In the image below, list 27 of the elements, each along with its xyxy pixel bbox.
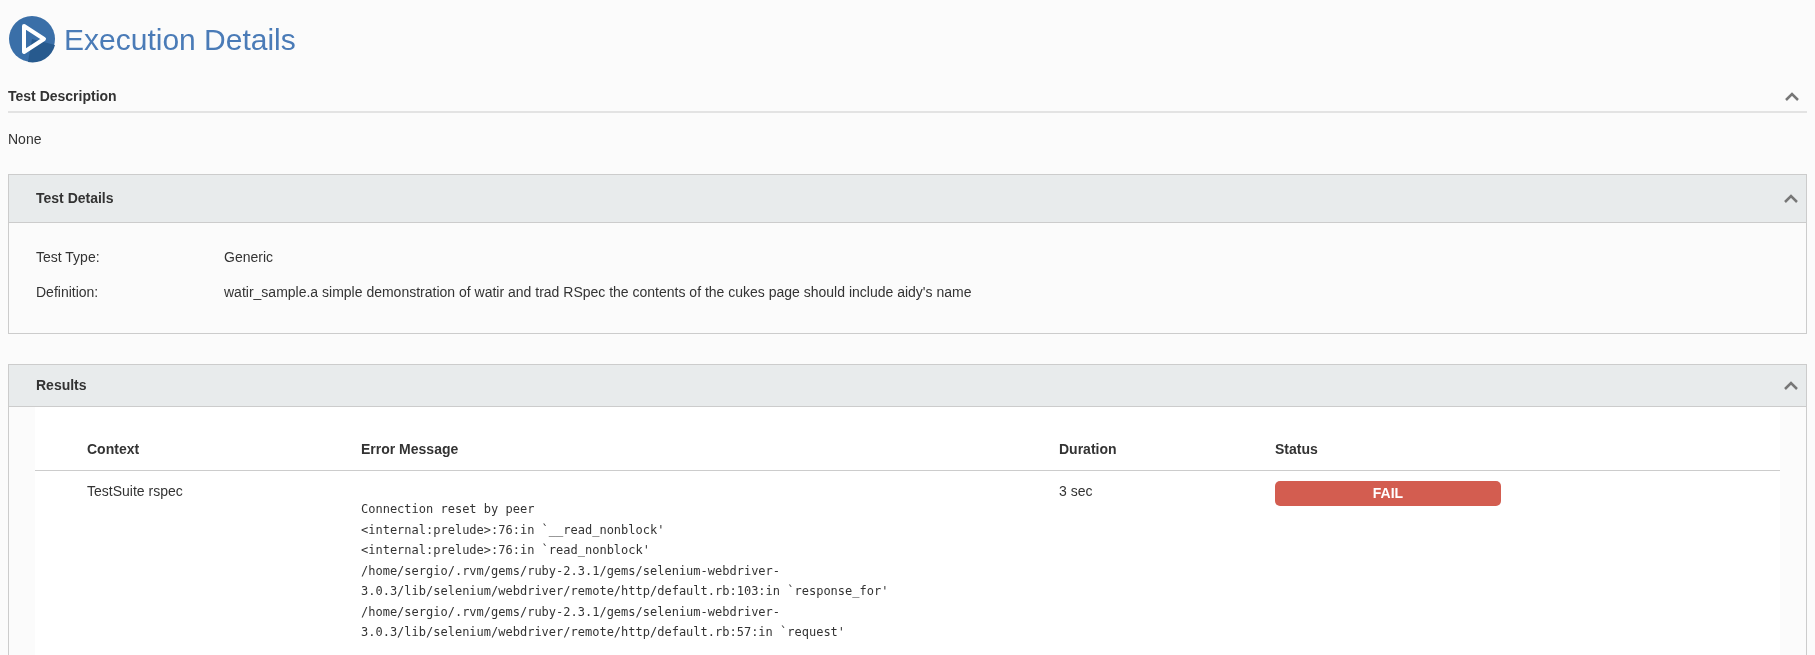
description-text: None xyxy=(8,130,43,149)
field-value: Generic xyxy=(224,248,274,267)
chevron-up-icon[interactable] xyxy=(1784,381,1798,390)
column-header: Context xyxy=(86,440,141,459)
table-cell-text: TestSuite rspec xyxy=(86,482,184,501)
column-header: Duration xyxy=(1059,440,1118,459)
status-badge: FAIL xyxy=(1275,481,1501,506)
field-label: Definition: xyxy=(36,283,100,302)
error-line: /home/sergio/.rvm/gems/ruby-2.3.1/gems/selenium-webdriver- xyxy=(361,562,782,580)
play-logo-icon xyxy=(8,15,56,63)
error-line: <internal:prelude>:76:in `__read_nonblock' xyxy=(361,521,666,539)
column-header: Error Message xyxy=(361,440,460,459)
section-title: Test Description xyxy=(8,87,117,106)
field-label: Test Type: xyxy=(36,248,101,267)
panel-title: Results xyxy=(36,376,87,395)
error-line: 3.0.3/lib/selenium/webdriver/remote/http/default.rb:57:in `request' xyxy=(361,624,847,641)
page-title: Execution Details xyxy=(64,21,296,58)
error-line: <internal:prelude>:76:in `read_nonblock' xyxy=(361,542,651,559)
column-header: Status xyxy=(1275,440,1319,459)
field-value: watir_sample.a simple demonstration of watir and trad RSpec the contents of the cukes page should include aidy's name xyxy=(224,283,972,302)
error-line: 3.0.3/lib/selenium/webdriver/remote/http/default.rb:103:in `response_for' xyxy=(361,583,890,600)
error-line: Connection reset by peer xyxy=(361,501,536,518)
chevron-up-icon[interactable] xyxy=(1784,194,1798,203)
table-cell-text: 3 sec xyxy=(1059,482,1094,501)
chevron-up-icon[interactable] xyxy=(1785,92,1799,101)
error-line: /home/sergio/.rvm/gems/ruby-2.3.1/gems/selenium-webdriver- xyxy=(361,603,782,621)
panel-title: Test Details xyxy=(36,189,114,208)
